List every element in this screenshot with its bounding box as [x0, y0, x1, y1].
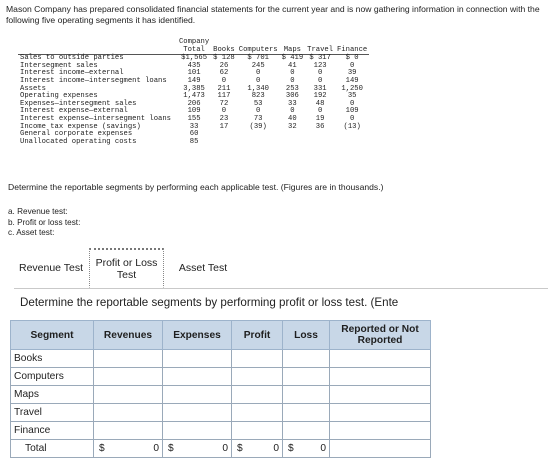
reported-select[interactable] — [329, 367, 431, 386]
row-value — [335, 139, 369, 147]
reported-select[interactable] — [329, 349, 431, 368]
table-row: Unallocated operating costs 85 — [18, 137, 369, 147]
revenues-input[interactable] — [93, 421, 163, 440]
test-tabs: Revenue Test Profit or Loss Test Asset T… — [14, 248, 548, 289]
col-loss: Loss — [282, 320, 330, 350]
segment-row: Maps — [10, 385, 431, 404]
col-revenues: Revenues — [93, 320, 163, 350]
loss-input[interactable] — [282, 421, 330, 440]
col-expenses: Expenses — [162, 320, 232, 350]
loss-input[interactable] — [282, 403, 330, 422]
total-profit: 0 — [249, 439, 283, 458]
segment-row: Books — [10, 349, 431, 368]
row-value — [280, 131, 306, 139]
header-maps: Maps — [279, 39, 306, 56]
test-list: a. Revenue test: b. Profit or loss test:… — [8, 207, 80, 239]
expenses-input[interactable] — [162, 385, 232, 404]
row-value — [237, 131, 280, 139]
header-books: Books — [211, 39, 237, 56]
profit-input[interactable] — [231, 385, 283, 404]
total-loss: 0 — [300, 439, 330, 458]
expenses-input[interactable] — [162, 349, 232, 368]
row-value — [237, 139, 280, 147]
profit-loss-grid: Segment Revenues Expenses Profit Loss Re… — [10, 320, 431, 458]
row-value — [335, 131, 369, 139]
profit-input[interactable] — [231, 349, 283, 368]
prompt-text: Determine the reportable segments by per… — [20, 296, 399, 309]
row-value — [280, 139, 306, 147]
reported-select[interactable] — [329, 403, 431, 422]
problem-intro: Mason Company has prepared consolidated … — [6, 4, 540, 25]
segment-row: Finance — [10, 421, 431, 440]
loss-input[interactable] — [282, 367, 330, 386]
total-reported-blank — [329, 439, 431, 458]
row-value: 85 — [189, 137, 199, 146]
profit-input[interactable] — [231, 421, 283, 440]
header-computers: Computers — [236, 39, 280, 56]
total-expenses: 0 — [180, 439, 232, 458]
grid-header-row: Segment Revenues Expenses Profit Loss Re… — [10, 320, 431, 350]
total-expenses-currency: $ — [162, 439, 180, 458]
test-b-label: b. Profit or loss test: — [8, 217, 81, 227]
col-reported: Reported or Not Reported — [329, 320, 431, 350]
reported-select[interactable] — [329, 385, 431, 404]
expenses-input[interactable] — [162, 421, 232, 440]
segment-name: Maps — [10, 385, 94, 404]
row-value: 36 — [315, 122, 325, 131]
header-finance: Finance — [335, 39, 370, 56]
revenues-input[interactable] — [93, 385, 163, 404]
header-blank — [18, 39, 177, 56]
col-segment: Segment — [10, 320, 94, 350]
tab-revenue-test[interactable]: Revenue Test — [14, 248, 88, 288]
total-revenues: 0 — [111, 439, 163, 458]
revenues-input[interactable] — [93, 367, 163, 386]
test-a-label: a. Revenue test: — [8, 207, 68, 216]
total-loss-currency: $ — [282, 439, 300, 458]
segment-name: Travel — [10, 403, 94, 422]
col-profit: Profit — [231, 320, 283, 350]
tab-profit-or-loss-test[interactable]: Profit or Loss Test — [89, 248, 164, 288]
loss-input[interactable] — [282, 385, 330, 404]
row-value — [211, 139, 237, 147]
total-revenues-currency: $ — [93, 439, 111, 458]
row-value — [211, 131, 237, 139]
segment-name: Books — [10, 349, 94, 368]
revenues-input[interactable] — [93, 349, 163, 368]
total-profit-currency: $ — [231, 439, 249, 458]
header-travel: Travel — [305, 39, 336, 56]
revenues-input[interactable] — [93, 403, 163, 422]
segment-data-table: Company Total Books Computers Maps Trave… — [18, 38, 370, 147]
segment-row: Computers — [10, 367, 431, 386]
row-value: 32 — [288, 122, 297, 131]
header-company-total: Company Total — [176, 38, 212, 56]
segment-row: Travel — [10, 403, 431, 422]
reported-select[interactable] — [329, 421, 431, 440]
profit-input[interactable] — [231, 403, 283, 422]
expenses-input[interactable] — [162, 367, 232, 386]
row-value: (39) — [249, 122, 267, 131]
row-value: 17 — [219, 122, 229, 131]
row-value — [305, 131, 335, 139]
tab-asset-test[interactable]: Asset Test — [166, 248, 240, 288]
segment-name: Finance — [10, 421, 94, 440]
expenses-input[interactable] — [162, 403, 232, 422]
row-value — [305, 139, 335, 147]
segment-name: Computers — [10, 367, 94, 386]
instruction-text: Determine the reportable segments by per… — [8, 182, 384, 192]
row-label: Unallocated operating costs — [20, 137, 137, 146]
loss-input[interactable] — [282, 349, 330, 368]
row-value: (13) — [343, 122, 361, 131]
test-c-label: c. Asset test: — [8, 228, 55, 237]
profit-input[interactable] — [231, 367, 283, 386]
total-row: Total $ 0 $ 0 $ 0 $ 0 — [10, 439, 431, 458]
total-label: Total — [10, 439, 94, 458]
table-header-row: Company Total Books Computers Maps Trave… — [18, 38, 370, 56]
